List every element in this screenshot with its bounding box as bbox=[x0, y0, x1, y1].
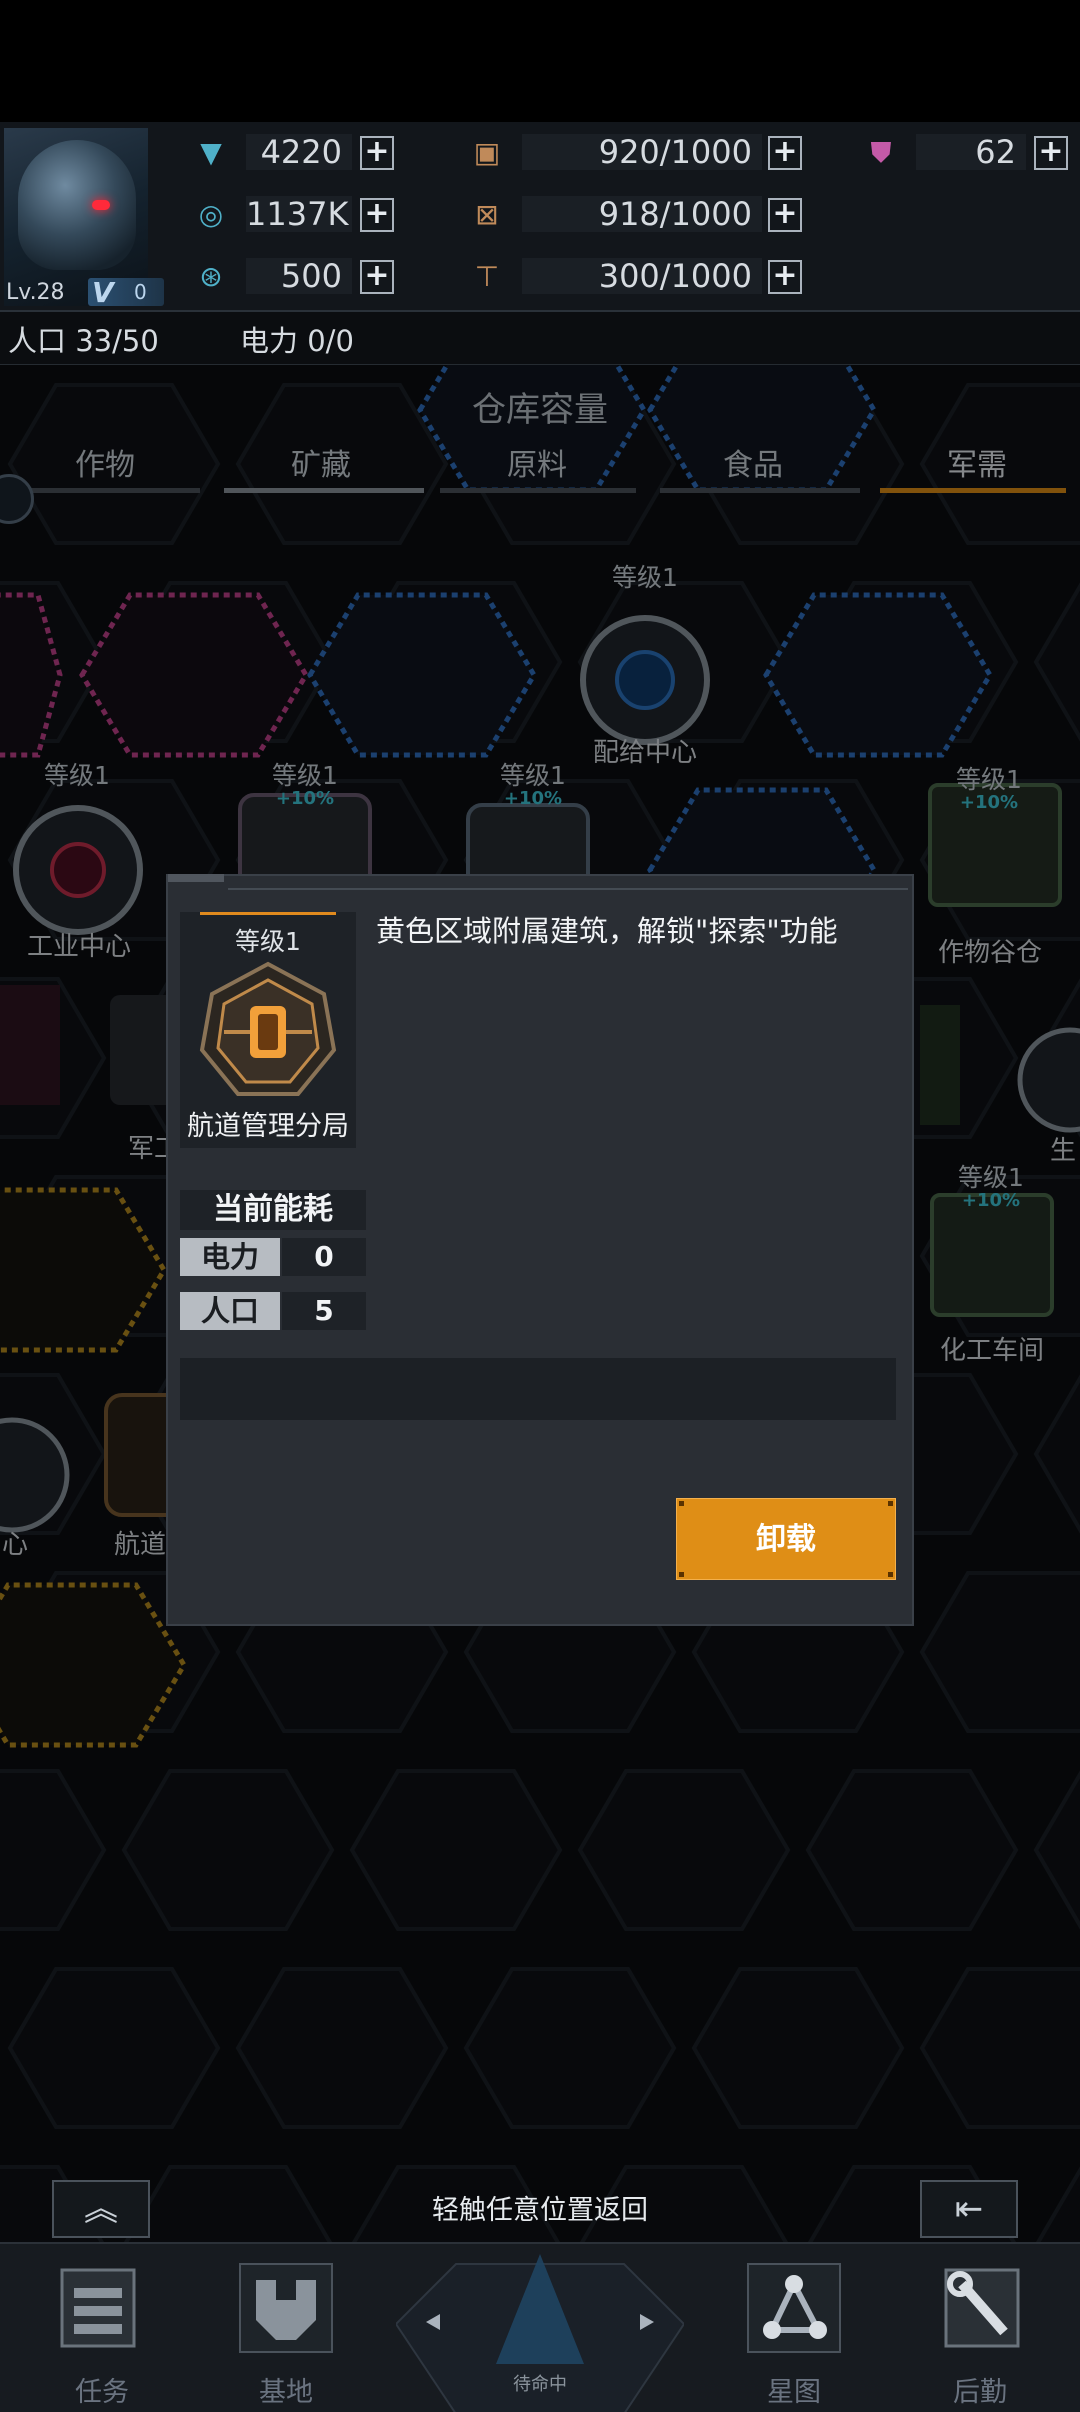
building-level: 等级1 bbox=[235, 927, 301, 956]
resource-value: 1137K bbox=[246, 196, 352, 232]
avatar-helmet bbox=[18, 140, 136, 270]
status-bar bbox=[0, 0, 1080, 122]
corner-mark bbox=[679, 1501, 684, 1506]
standby-label: 待命中 bbox=[513, 2374, 567, 2395]
resource-value: 918/1000 bbox=[522, 196, 762, 232]
nav-label-logistics[interactable]: 后勤 bbox=[900, 2370, 1060, 2409]
card-accent bbox=[200, 912, 336, 915]
resource-value: 62 bbox=[916, 134, 1026, 170]
vip-level: 0 bbox=[134, 280, 147, 304]
building-card: 等级1 航道管理分局 bbox=[180, 912, 356, 1148]
resource-gem: ⛊ 62 + bbox=[864, 132, 1074, 172]
resource-value: 920/1000 bbox=[522, 134, 762, 170]
dialog-topline bbox=[228, 888, 908, 890]
avatar-eye bbox=[92, 200, 110, 210]
resource-energy: ▼ 4220 + bbox=[194, 132, 404, 172]
dialog-notch bbox=[168, 874, 224, 882]
vip-badge[interactable]: V 0 bbox=[88, 276, 164, 309]
add-supply-button[interactable]: + bbox=[768, 260, 802, 294]
add-energy-button[interactable]: + bbox=[360, 136, 394, 170]
recycle-circle-icon: ◎ bbox=[198, 198, 224, 231]
power-indicator: 电力 0/0 bbox=[240, 324, 354, 358]
unload-button[interactable]: 卸载 bbox=[676, 1498, 896, 1580]
resource-material: ⊠ 918/1000 + bbox=[470, 194, 810, 234]
consumption-key: 电力 bbox=[180, 1238, 280, 1276]
consumption-value: 5 bbox=[282, 1292, 366, 1330]
base-fortress-icon[interactable] bbox=[236, 2260, 336, 2356]
vip-letter: V bbox=[92, 276, 114, 309]
resource-value: 300/1000 bbox=[522, 258, 762, 294]
add-material-button[interactable]: + bbox=[768, 198, 802, 232]
square-x-icon: ⊠ bbox=[475, 198, 499, 231]
resource-hud: Lv.28 V 0 ▼ 4220 + ▣ 920/1000 + ⛊ 62 + ◎… bbox=[0, 122, 1080, 312]
consumption-title: 当前能耗 bbox=[180, 1190, 366, 1230]
unload-label: 卸载 bbox=[756, 1522, 816, 1557]
consumption-row-power: 电力 0 bbox=[180, 1238, 366, 1276]
add-credits-button[interactable]: + bbox=[360, 198, 394, 232]
player-level: Lv.28 bbox=[6, 280, 65, 305]
corner-mark bbox=[679, 1572, 684, 1577]
square-ore-icon: ▣ bbox=[473, 136, 501, 169]
corner-mark bbox=[888, 1501, 893, 1506]
resource-supply: ⊤ 300/1000 + bbox=[470, 256, 810, 296]
consumption-row-population: 人口 5 bbox=[180, 1292, 366, 1330]
task-list-icon[interactable] bbox=[48, 2260, 148, 2356]
add-fuel-button[interactable]: + bbox=[360, 260, 394, 294]
resource-credits: ◎ 1137K + bbox=[194, 194, 404, 234]
consumption-key: 人口 bbox=[180, 1292, 280, 1330]
consumption-value: 0 bbox=[282, 1238, 366, 1276]
info-bar bbox=[180, 1358, 896, 1420]
building-name: 航道管理分局 bbox=[187, 1111, 349, 1142]
star-map-icon[interactable] bbox=[744, 2260, 844, 2356]
building-description: 黄色区域附属建筑，解锁"探索"功能 bbox=[376, 914, 838, 948]
building-info-dialog: 等级1 航道管理分局 黄色区域附属建筑，解锁"探索"功能 当前能耗 电力 0 人… bbox=[166, 874, 914, 1626]
nav-label-starmap[interactable]: 星图 bbox=[714, 2370, 874, 2409]
tap-to-return-hint: 轻触任意位置返回 bbox=[432, 2195, 648, 2226]
resource-ore: ▣ 920/1000 + bbox=[470, 132, 810, 172]
triangle-down-icon: ▼ bbox=[200, 136, 222, 169]
nav-label-base[interactable]: 基地 bbox=[206, 2370, 366, 2409]
shield-gem-icon: ⛊ bbox=[870, 136, 892, 169]
resource-value: 4220 bbox=[246, 134, 352, 170]
add-ore-button[interactable]: + bbox=[768, 136, 802, 170]
route-bureau-emblem-icon bbox=[199, 961, 337, 1096]
population-indicator: 人口 33/50 bbox=[8, 324, 159, 358]
chevron-circle-icon: ⊛ bbox=[199, 260, 223, 293]
corner-mark bbox=[888, 1572, 893, 1577]
square-t-icon: ⊤ bbox=[474, 260, 500, 293]
resource-fuel: ⊛ 500 + bbox=[194, 256, 404, 296]
logistics-wrench-icon[interactable] bbox=[932, 2260, 1032, 2356]
nav-label-tasks[interactable]: 任务 bbox=[22, 2370, 182, 2409]
resource-value: 500 bbox=[246, 258, 352, 294]
add-gem-button[interactable]: + bbox=[1034, 136, 1068, 170]
